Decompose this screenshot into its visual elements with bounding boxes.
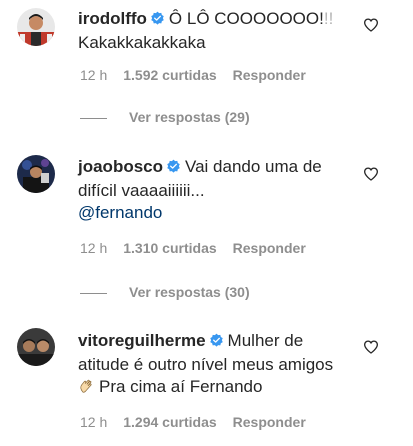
comment-likes[interactable]: 1.294 curtidas bbox=[123, 414, 216, 430]
comment-body-line2: Kakakkakakkaka bbox=[78, 33, 206, 52]
comment-body: Vai dando uma de bbox=[185, 157, 322, 176]
view-replies-label: Ver respostas (30) bbox=[129, 284, 250, 300]
reply-button[interactable]: Responder bbox=[233, 240, 306, 256]
view-replies-button[interactable]: Ver respostas (29) bbox=[80, 108, 250, 126]
reply-button[interactable]: Responder bbox=[233, 67, 306, 83]
view-replies-line bbox=[80, 292, 107, 294]
comment-text: irodolffo Ô LÔ COOOOOOO!!! Kakakkakakkaka bbox=[78, 8, 368, 54]
comment-likes[interactable]: 1.310 curtidas bbox=[123, 240, 216, 256]
comment-body-faded: !! bbox=[323, 9, 334, 28]
mention-link[interactable]: @fernando bbox=[78, 203, 162, 222]
verified-badge-icon bbox=[209, 332, 224, 354]
view-replies-button[interactable]: Ver respostas (30) bbox=[80, 283, 250, 301]
comment-time[interactable]: 12 h bbox=[80, 67, 107, 83]
comment-time[interactable]: 12 h bbox=[80, 414, 107, 430]
clapping-hands-icon bbox=[78, 378, 95, 401]
comment-meta: 12 h 1.294 curtidas Responder bbox=[80, 413, 306, 431]
avatar[interactable] bbox=[17, 155, 55, 193]
comment-username[interactable]: vitoreguilherme bbox=[78, 331, 206, 350]
comment-username[interactable]: irodolffo bbox=[78, 9, 147, 28]
comment-likes[interactable]: 1.592 curtidas bbox=[123, 67, 216, 83]
comment-username[interactable]: joaobosco bbox=[78, 157, 163, 176]
reply-button[interactable]: Responder bbox=[233, 414, 306, 430]
like-button[interactable] bbox=[363, 17, 379, 33]
avatar[interactable] bbox=[17, 328, 55, 366]
comment-text: joaobosco Vai dando uma de difícil vaaaai… bbox=[78, 156, 368, 224]
verified-badge-icon bbox=[150, 10, 165, 32]
comment-text: vitoreguilherme Mulher de atitude é outro… bbox=[78, 330, 368, 401]
verified-badge-icon bbox=[166, 158, 181, 180]
heart-outline-icon bbox=[363, 18, 379, 32]
view-replies-line bbox=[80, 117, 107, 119]
comment-body: Ô LÔ COOOOOOO! bbox=[168, 9, 324, 28]
avatar[interactable] bbox=[17, 8, 55, 46]
view-replies-label: Ver respostas (29) bbox=[129, 109, 250, 125]
comment-body-line2: difícil vaaaaiiiiii... bbox=[78, 181, 205, 200]
comment-meta: 12 h 1.310 curtidas Responder bbox=[80, 239, 306, 257]
comment-time[interactable]: 12 h bbox=[80, 240, 107, 256]
heart-outline-icon bbox=[363, 340, 379, 354]
comment-body: Mulher de bbox=[227, 331, 304, 350]
comment-meta: 12 h 1.592 curtidas Responder bbox=[80, 66, 306, 84]
comment-body-line2: atitude é outro nível meus amigos bbox=[78, 355, 334, 374]
comment-body-line3: Pra cima aí Fernando bbox=[99, 377, 263, 396]
like-button[interactable] bbox=[363, 166, 379, 182]
heart-outline-icon bbox=[363, 167, 379, 181]
like-button[interactable] bbox=[363, 339, 379, 355]
